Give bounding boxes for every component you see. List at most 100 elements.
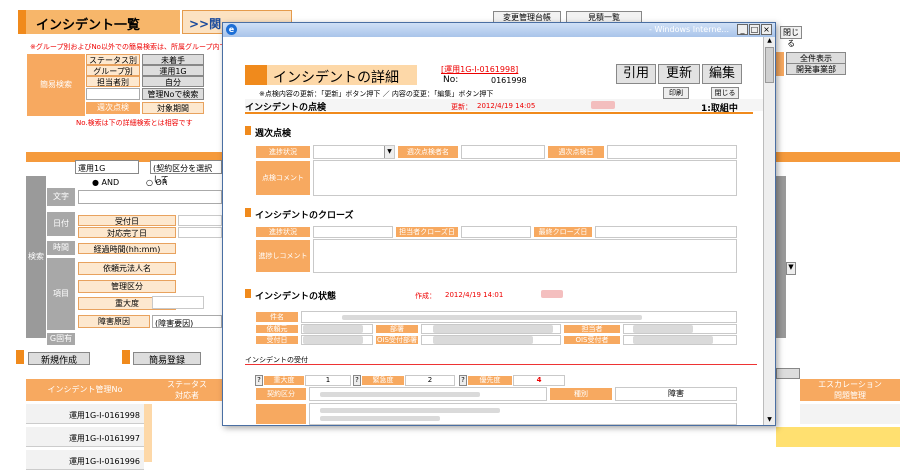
scroll-up-icon[interactable]: ▲ [765,37,774,46]
print-button[interactable]: 印刷 [663,87,689,99]
col-escalation: エスカレーション [800,379,900,390]
weekly-check-label: 週次点検 [86,102,140,114]
radio-or-label: OR [155,178,168,187]
priority-value: 4 [513,375,565,386]
priority-label: 優先度 [467,375,513,386]
redacted-subject [342,315,642,320]
severity-label: 重大度 [263,375,305,386]
right-side-bar [776,176,786,338]
redacted-detail [320,416,440,421]
weekly-date-label: 週次点検日 [547,145,605,159]
update-button[interactable]: 更新 [658,64,700,84]
bg-close-button[interactable]: 閉じる [780,26,802,48]
urgency-value: 2 [405,375,455,386]
close-accent [245,208,251,217]
completion-date-label: 対応完了日 [78,227,176,238]
redacted-block [433,336,533,344]
section-line [245,112,753,114]
col-sort [144,379,152,401]
severity-select[interactable] [152,296,204,309]
dev-division-button[interactable]: 開発事業部 [786,63,846,75]
bg-note-1: ※グループ別およびNo以外での簡易検索は、所属グループ内での検索 [30,43,248,51]
close-section-title: インシデントのクローズ [255,211,354,221]
quote-button[interactable]: 引用 [616,64,656,84]
fault-cause-value[interactable]: (障害要因) [152,315,222,328]
text-search-input[interactable] [78,190,222,204]
ois-receiver-label: OIS受付者 [563,335,621,345]
contract-select[interactable]: (契約区分を選択して [150,160,222,184]
no-label: No: [443,75,459,85]
right-small-button[interactable] [776,368,800,379]
close-icon[interactable]: × [761,24,772,35]
group-filter-button[interactable]: 運用1G [142,65,204,76]
table-row[interactable]: 運用1G-I-0161996 [26,450,144,470]
progress-comment-label: 進捗しコメント [255,239,311,273]
subject-value [301,311,737,323]
new-button[interactable]: 新規作成 [28,352,90,366]
weekly-section-title: 週次点検 [255,129,292,139]
check-comment-label: 点検コメント [255,160,311,196]
title-accent [245,65,267,85]
created-value: 2012/4/19 14:01 [445,291,504,299]
radio-or[interactable]: ○ OR [146,178,167,187]
search-side-label: 検索 [26,176,46,338]
completion-date-input[interactable] [178,227,222,238]
check-comment-textarea[interactable] [313,160,737,196]
table-row[interactable]: 運用1G-I-0161998 [26,404,144,424]
edit-button[interactable]: 編集 [702,64,742,84]
subject-label: 件名 [255,311,299,323]
receipt-date-input[interactable] [178,215,222,226]
redacted-block [303,325,363,333]
chevron-down-icon[interactable]: ▼ [384,146,394,158]
label-item: 項目 [47,258,75,330]
admin-no-search-button[interactable]: 管理Noで検索 [142,88,204,100]
department-label: 部署 [375,324,419,334]
final-close-date-label: 最終クローズ日 [533,226,593,238]
label-text: 文字 [47,188,75,206]
simple-reg-accent [122,350,130,364]
simple-register-button[interactable]: 簡易登録 [133,352,201,366]
close-progress-field [313,226,393,238]
updated-label: 更新： [451,103,472,111]
fault-cause-label: 障害原因 [78,315,150,328]
weekly-date-field[interactable] [607,145,737,159]
col-handler: 対応者 [152,390,222,401]
weekly-progress-label: 進捗状況 [255,145,311,159]
status-filter-button[interactable]: 未着手 [142,54,204,65]
progress-comment-field [313,239,737,273]
radio-and[interactable]: ● AND [92,178,119,187]
quick-row-group: グループ別 [86,65,140,76]
row-highlight-right [776,427,900,447]
vertical-scrollbar[interactable]: ▲ ▼ [763,37,775,425]
admin-no-input[interactable] [86,88,140,100]
ie-icon: e [226,24,237,35]
state-accent [245,289,251,298]
chevron-down-icon[interactable]: ▼ [786,262,796,275]
receipt-date-label: 受付日 [78,215,176,226]
weekly-progress-select[interactable]: ▼ [313,145,395,159]
group-select[interactable]: 運用1G [75,160,139,174]
help-icon[interactable]: ? [255,375,263,386]
label-time: 時間 [47,241,75,255]
maximize-icon[interactable]: □ [749,24,760,35]
urgency-label: 緊急度 [361,375,405,386]
weekly-checker-field[interactable] [461,145,545,159]
label-g-specific: G固有 [47,333,75,345]
state-section-title: インシデントの状態 [255,292,337,302]
scroll-thumb[interactable] [765,47,774,83]
assignee-label: 担当者 [563,324,621,334]
scroll-down-icon[interactable]: ▼ [765,416,774,425]
help-icon[interactable]: ? [353,375,361,386]
redacted-name [591,101,615,109]
no-value: 0161998 [491,76,527,85]
help-icon[interactable]: ? [459,375,467,386]
popup-close-button[interactable]: 閉じる [711,87,739,99]
incident-id: [運用1G-I-0161998] [441,65,519,74]
handler-filter-button[interactable]: 自分 [142,76,204,87]
receipt-date-label: 受付日 [255,335,299,345]
minimize-icon[interactable]: _ [737,24,748,35]
window-titlebar[interactable]: e - Windows Interne... _ □ × [223,23,775,37]
window-title: - Windows Interne... [649,25,729,34]
contract-label: 契約区分 [255,387,307,401]
table-row[interactable]: 運用1G-I-0161997 [26,427,144,447]
